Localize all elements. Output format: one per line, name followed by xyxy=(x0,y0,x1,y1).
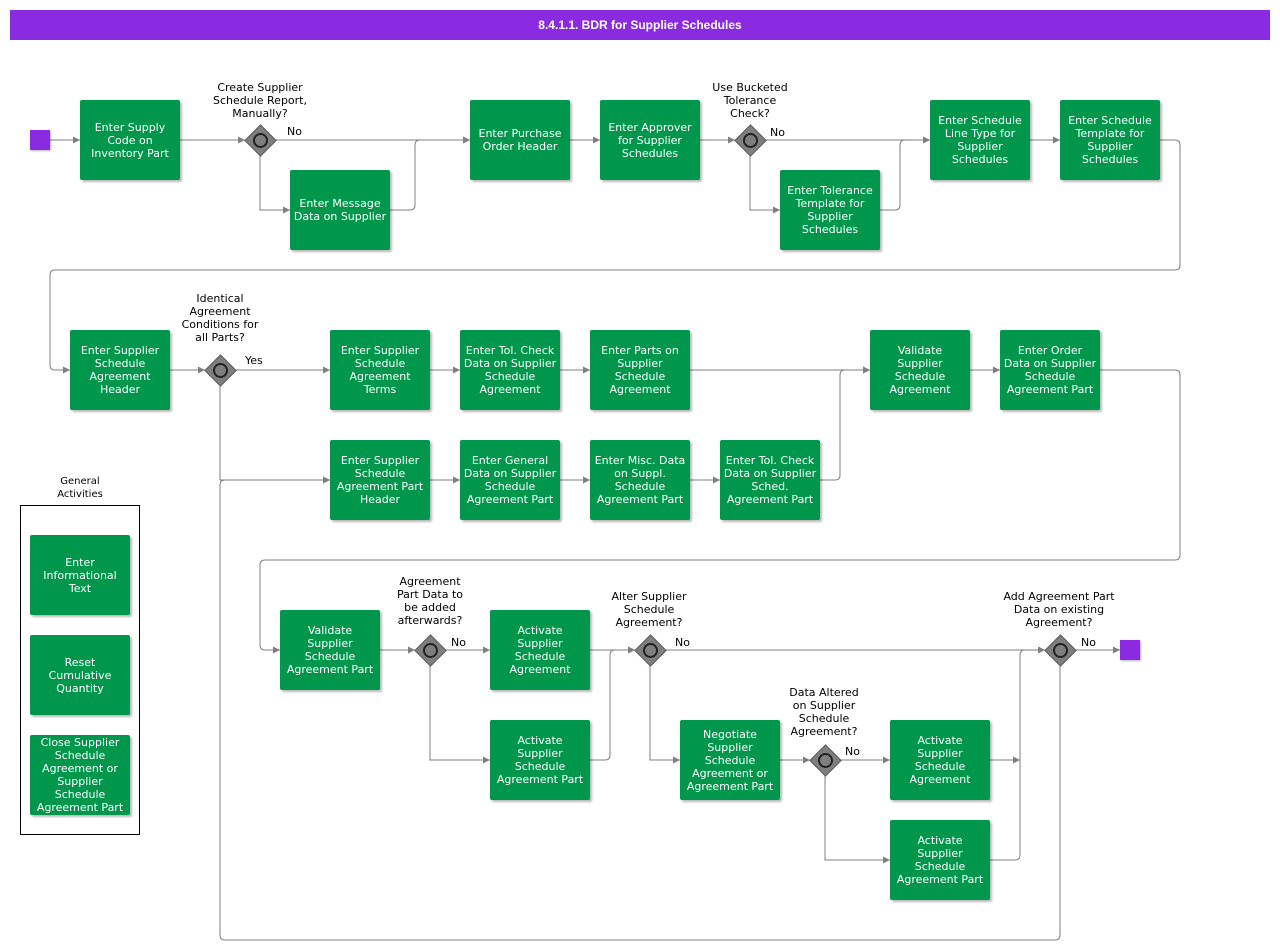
task-enter-tolerance-template[interactable]: Enter Tolerance Template for Supplier Sc… xyxy=(780,170,880,250)
gateway-label-data-altered: Data Altered on Supplier Schedule Agreem… xyxy=(789,686,859,738)
task-enter-supply-code[interactable]: Enter Supply Code on Inventory Part xyxy=(80,100,180,180)
gateway-label-identical-conditions: Identical Agreement Conditions for all P… xyxy=(181,292,259,344)
task-enter-schedule-template[interactable]: Enter Schedule Template for Supplier Sch… xyxy=(1060,100,1160,180)
flow-label-no: No xyxy=(770,126,785,139)
task-activate-agreement-1[interactable]: Activate Supplier Schedule Agreement xyxy=(490,610,590,690)
task-activate-agreement-2[interactable]: Activate Supplier Schedule Agreement xyxy=(890,720,990,800)
general-activities-title: General Activities xyxy=(57,476,103,500)
end-event xyxy=(1120,640,1140,660)
task-enter-tol-check-agreement[interactable]: Enter Tol. Check Data on Supplier Schedu… xyxy=(460,330,560,410)
task-close-agreement[interactable]: Close Supplier Schedule Agreement or Sup… xyxy=(30,735,130,815)
flow-label-no: No xyxy=(287,125,302,138)
flow-label-no: No xyxy=(451,636,466,649)
task-validate-agreement[interactable]: Validate Supplier Schedule Agreement xyxy=(870,330,970,410)
gateway-label-add-part-data: Add Agreement Part Data on existing Agre… xyxy=(1003,590,1115,629)
task-reset-cumulative-quantity[interactable]: Reset Cumulative Quantity xyxy=(30,635,130,715)
gateway-label-create-report: Create Supplier Schedule Report, Manuall… xyxy=(212,81,307,120)
task-activate-part-2[interactable]: Activate Supplier Schedule Agreement Par… xyxy=(890,820,990,900)
flow-label-no: No xyxy=(1081,636,1096,649)
task-enter-po-header[interactable]: Enter Purchase Order Header xyxy=(470,100,570,180)
gateway-label-part-data-afterwards: Agreement Part Data to be added afterwar… xyxy=(396,575,464,627)
task-enter-tol-check-part[interactable]: Enter Tol. Check Data on Supplier Sched.… xyxy=(720,440,820,520)
task-enter-general-data[interactable]: Enter General Data on Supplier Schedule … xyxy=(460,440,560,520)
flow-label-no: No xyxy=(845,745,860,758)
task-enter-agreement-terms[interactable]: Enter Supplier Schedule Agreement Terms xyxy=(330,330,430,410)
task-enter-schedule-line-type[interactable]: Enter Schedule Line Type for Supplier Sc… xyxy=(930,100,1030,180)
flow-label-yes: Yes xyxy=(245,354,263,367)
task-enter-message-data[interactable]: Enter Message Data on Supplier xyxy=(290,170,390,250)
task-enter-part-header[interactable]: Enter Supplier Schedule Agreement Part H… xyxy=(330,440,430,520)
start-event xyxy=(30,130,50,150)
task-activate-part-1[interactable]: Activate Supplier Schedule Agreement Par… xyxy=(490,720,590,800)
gateway-label-bucketed-tolerance: Use Bucketed Tolerance Check? xyxy=(712,81,788,120)
gateway-label-alter-agreement: Alter Supplier Schedule Agreement? xyxy=(611,590,687,629)
task-enter-order-data[interactable]: Enter Order Data on Supplier Schedule Ag… xyxy=(1000,330,1100,410)
task-enter-misc-data[interactable]: Enter Misc. Data on Suppl. Schedule Agre… xyxy=(590,440,690,520)
task-enter-parts[interactable]: Enter Parts on Supplier Schedule Agreeme… xyxy=(590,330,690,410)
flow-label-no: No xyxy=(675,636,690,649)
task-enter-informational-text[interactable]: Enter Informational Text xyxy=(30,535,130,615)
